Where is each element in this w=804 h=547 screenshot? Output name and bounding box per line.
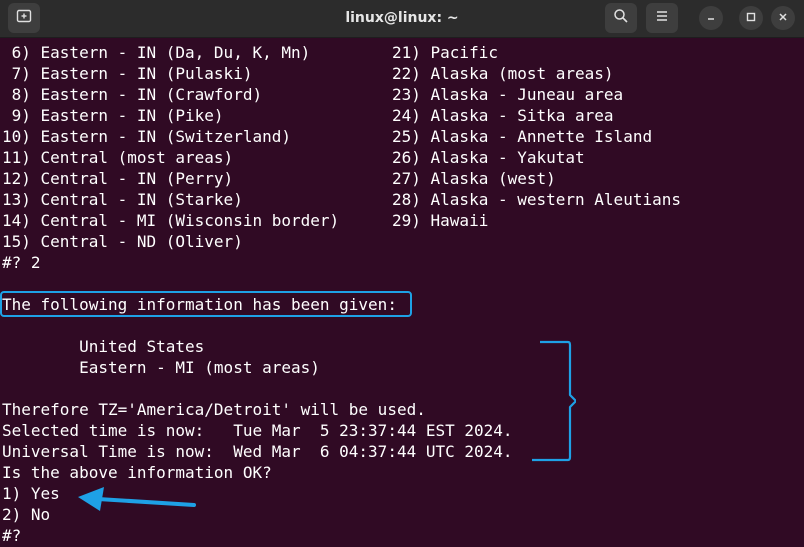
window-title: linux@linux: ~: [345, 10, 459, 26]
curly-bracket-annotation: [532, 340, 576, 462]
option-yes: 1) Yes: [2, 484, 60, 503]
maximize-button[interactable]: [739, 6, 763, 30]
close-icon: [778, 9, 788, 27]
tz-option-line: 22) Alaska (most areas): [392, 64, 614, 83]
tz-option-line: 11) Central (most areas): [2, 148, 234, 167]
minimize-button[interactable]: [699, 6, 723, 30]
tz-result-line: Therefore TZ='America/Detroit' will be u…: [2, 400, 426, 419]
terminal-window: linux@linux: ~ 6) Eastern - IN (Da, Du, …: [0, 0, 804, 547]
tz-option-line: 28) Alaska - western Aleutians: [392, 190, 681, 209]
tz-option-line: 25) Alaska - Annette Island: [392, 127, 653, 146]
prompt-answer: #? 2: [2, 253, 41, 272]
tz-option-line: 10) Eastern - IN (Switzerland): [2, 127, 291, 146]
terminal-output[interactable]: 6) Eastern - IN (Da, Du, K, Mn) 7) Easte…: [0, 42, 804, 547]
tz-option-line: 12) Central - IN (Perry): [2, 169, 234, 188]
search-icon: [613, 8, 629, 29]
tz-option-line: 14) Central - MI (Wisconsin border): [2, 211, 340, 230]
universal-time-line: Universal Time is now: Wed Mar 6 04:37:4…: [2, 442, 513, 461]
titlebar: linux@linux: ~: [0, 0, 804, 38]
maximize-icon: [746, 9, 756, 27]
tz-option-line: 26) Alaska - Yakutat: [392, 148, 585, 167]
option-no: 2) No: [2, 505, 51, 524]
hamburger-menu-icon: [654, 8, 670, 29]
tz-option-line: 9) Eastern - IN (Pike): [2, 106, 224, 125]
tz-option-line: 27) Alaska (west): [392, 169, 556, 188]
tz-option-line: 24) Alaska - Sitka area: [392, 106, 614, 125]
search-button[interactable]: [605, 3, 637, 33]
selected-time-line: Selected time is now: Tue Mar 5 23:37:44…: [2, 421, 513, 440]
menu-button[interactable]: [646, 3, 678, 33]
tz-option-line: 6) Eastern - IN (Da, Du, K, Mn): [2, 43, 311, 62]
tz-option-line: 21) Pacific: [392, 43, 498, 62]
country-line: United States: [2, 337, 205, 356]
final-prompt: #?: [2, 526, 22, 545]
tz-option-line: 8) Eastern - IN (Crawford): [2, 85, 263, 104]
tz-option-line: 13) Central - IN (Starke): [2, 190, 243, 209]
close-button[interactable]: [771, 6, 795, 30]
minimize-icon: [706, 9, 716, 27]
tz-option-line: 29) Hawaii: [392, 211, 489, 230]
tz-option-line: 15) Central - ND (Oliver): [2, 232, 243, 251]
zone-line: Eastern - MI (most areas): [2, 358, 320, 377]
tz-option-line: 7) Eastern - IN (Pulaski): [2, 64, 253, 83]
tz-option-line: 23) Alaska - Juneau area: [392, 85, 624, 104]
confirm-question: Is the above information OK?: [2, 463, 272, 482]
arrow-annotation: [78, 487, 196, 511]
info-heading: The following information has been given…: [2, 295, 397, 314]
